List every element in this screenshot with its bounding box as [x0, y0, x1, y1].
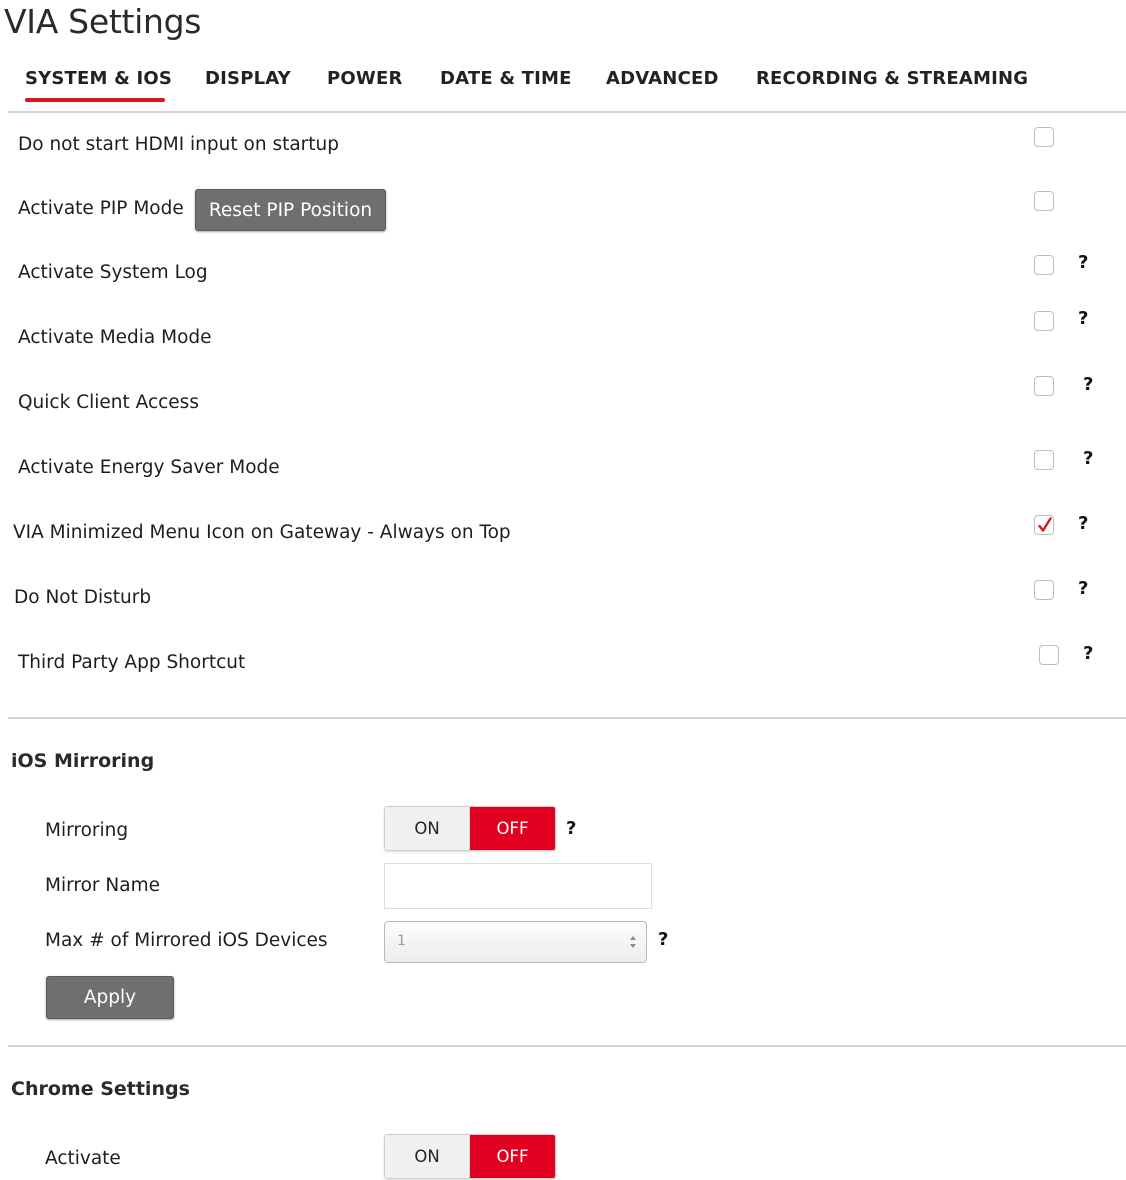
media-mode-label: Activate Media Mode: [18, 327, 212, 348]
chrome-settings-heading: Chrome Settings: [11, 1078, 190, 1100]
do-not-disturb-label: Do Not Disturb: [14, 587, 152, 608]
system-log-checkbox[interactable]: [1034, 255, 1054, 275]
mirror-name-label: Mirror Name: [45, 875, 160, 896]
pip-mode-label: Activate PIP Mode: [18, 198, 184, 219]
tabs-divider: [8, 111, 1126, 113]
tab-display[interactable]: DISPLAY: [205, 68, 291, 89]
select-arrows-icon: [630, 936, 636, 948]
checkmark-icon: [1038, 517, 1052, 532]
tab-date-time[interactable]: DATE & TIME: [440, 68, 572, 89]
minimized-menu-checkbox[interactable]: [1034, 515, 1054, 535]
max-devices-label: Max # of Mirrored iOS Devices: [45, 930, 328, 951]
page-title: VIA Settings: [4, 2, 202, 41]
third-party-shortcut-help-icon[interactable]: ?: [1083, 643, 1093, 664]
energy-saver-help-icon[interactable]: ?: [1083, 448, 1093, 469]
media-mode-help-icon[interactable]: ?: [1078, 308, 1088, 329]
section-divider: [8, 717, 1126, 719]
minimized-menu-label: VIA Minimized Menu Icon on Gateway - Alw…: [13, 522, 511, 543]
quick-client-access-checkbox[interactable]: [1034, 376, 1054, 396]
mirroring-on-option[interactable]: ON: [385, 807, 470, 850]
max-devices-select[interactable]: 1: [384, 921, 647, 963]
tab-power[interactable]: POWER: [327, 68, 403, 89]
active-tab-indicator: [25, 98, 165, 102]
energy-saver-label: Activate Energy Saver Mode: [18, 457, 280, 478]
max-devices-value: 1: [397, 933, 406, 949]
do-not-disturb-help-icon[interactable]: ?: [1078, 578, 1088, 599]
reset-pip-position-button[interactable]: Reset PIP Position: [195, 189, 386, 231]
third-party-shortcut-label: Third Party App Shortcut: [18, 652, 246, 673]
quick-client-access-label: Quick Client Access: [18, 392, 199, 413]
apply-button[interactable]: Apply: [46, 976, 174, 1019]
mirroring-label: Mirroring: [45, 820, 129, 841]
hdmi-startup-label: Do not start HDMI input on startup: [18, 134, 339, 155]
chrome-on-option[interactable]: ON: [385, 1135, 470, 1178]
pip-mode-checkbox[interactable]: [1034, 191, 1054, 211]
chrome-activate-toggle: ON OFF: [384, 1134, 556, 1179]
hdmi-startup-checkbox[interactable]: [1034, 127, 1054, 147]
system-log-label: Activate System Log: [18, 262, 208, 283]
media-mode-checkbox[interactable]: [1034, 311, 1054, 331]
max-devices-help-icon[interactable]: ?: [658, 929, 668, 950]
chrome-activate-label: Activate: [45, 1148, 121, 1169]
tab-advanced[interactable]: ADVANCED: [606, 68, 719, 89]
tab-system-ios[interactable]: SYSTEM & IOS: [25, 68, 172, 89]
tab-recording-streaming[interactable]: RECORDING & STREAMING: [756, 68, 1028, 89]
system-log-help-icon[interactable]: ?: [1078, 252, 1088, 273]
chrome-off-option[interactable]: OFF: [470, 1135, 555, 1178]
third-party-shortcut-checkbox[interactable]: [1039, 645, 1059, 665]
ios-mirroring-heading: iOS Mirroring: [11, 750, 155, 772]
quick-client-access-help-icon[interactable]: ?: [1083, 374, 1093, 395]
mirroring-help-icon[interactable]: ?: [566, 818, 576, 839]
section-divider-2: [8, 1045, 1126, 1047]
mirror-name-input[interactable]: [384, 863, 652, 909]
mirroring-off-option[interactable]: OFF: [470, 807, 555, 850]
do-not-disturb-checkbox[interactable]: [1034, 580, 1054, 600]
mirroring-toggle: ON OFF: [384, 806, 556, 851]
minimized-menu-help-icon[interactable]: ?: [1078, 513, 1088, 534]
energy-saver-checkbox[interactable]: [1034, 450, 1054, 470]
